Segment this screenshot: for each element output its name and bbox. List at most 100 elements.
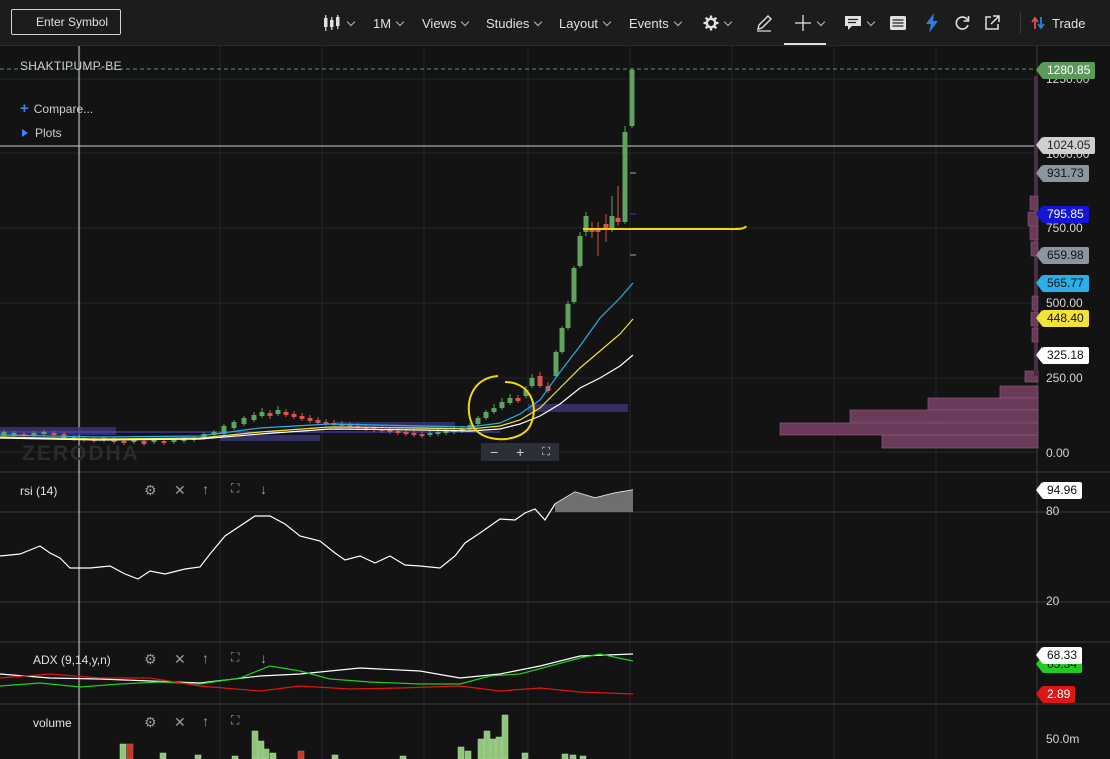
candle-up (171, 440, 177, 442)
settings-button[interactable] (703, 0, 733, 46)
candle-down (307, 418, 313, 421)
layout-menu[interactable]: Layout (559, 0, 612, 46)
arrow-down-icon[interactable]: ↓ (260, 481, 267, 497)
zoom-controls: − + ⛶ (481, 443, 559, 461)
gear-icon[interactable]: ⚙ (144, 651, 157, 668)
zoom-out-icon[interactable]: − (490, 444, 498, 460)
arrow-down-icon[interactable]: ↓ (260, 650, 267, 666)
close-icon[interactable]: ✕ (174, 714, 186, 731)
alerts-button[interactable] (925, 0, 939, 46)
fullscreen-icon[interactable]: ⛶ (542, 446, 550, 459)
candle-up (491, 408, 497, 412)
interval-dropdown[interactable]: 1M (373, 0, 405, 46)
adx-minus-di-line (0, 673, 634, 695)
candle-up (251, 415, 257, 420)
zoom-in-icon[interactable]: + (516, 444, 524, 460)
events-label: Events (629, 15, 669, 31)
chart-type-button[interactable] (322, 0, 356, 46)
refresh-icon (955, 16, 970, 30)
volume-bar-up (457, 746, 465, 759)
candle-up (507, 398, 513, 403)
candle-down (141, 441, 147, 444)
price-tag: 659.98 (1036, 247, 1089, 264)
data-window-button[interactable] (889, 0, 907, 46)
arrow-up-icon[interactable]: ↑ (202, 481, 209, 497)
candle-up (427, 433, 433, 435)
candle-up (275, 410, 281, 414)
maximize-icon[interactable]: ⛶ (231, 650, 239, 665)
adx-value-tag: 68.33 (1035, 647, 1083, 664)
candle-up (577, 236, 583, 266)
volume-bar-up (119, 743, 127, 759)
volume-profile-bar (779, 422, 1039, 436)
candle-down (515, 398, 521, 401)
close-icon[interactable]: ✕ (174, 651, 186, 668)
crosshair-button[interactable] (794, 0, 826, 46)
arrow-up-icon[interactable]: ↑ (202, 713, 209, 729)
candle-up (609, 216, 615, 228)
candle-up (231, 422, 237, 428)
trade-button[interactable]: Trade (1030, 0, 1085, 46)
volume-tick: 50.0m (1046, 732, 1080, 746)
events-menu[interactable]: Events (629, 0, 682, 46)
candle-up (443, 431, 449, 433)
symbol-search-input[interactable] (11, 9, 121, 35)
candle-down (283, 412, 289, 415)
chevron-down-icon (534, 17, 543, 26)
candle-down (411, 433, 417, 435)
candle-up (31, 433, 37, 435)
active-tool-indicator (784, 43, 826, 45)
candle-up (435, 432, 441, 434)
candle-down (603, 224, 609, 228)
arrow-up-icon[interactable]: ↑ (202, 650, 209, 666)
volume-bar-down (126, 743, 134, 759)
candle-up (565, 304, 571, 328)
candle-up (629, 70, 635, 126)
popout-button[interactable] (983, 0, 1001, 46)
refresh-button[interactable] (953, 0, 971, 46)
rsi-tick-80: 80 (1046, 504, 1060, 518)
close-icon[interactable]: ✕ (174, 482, 186, 499)
trade-arrows-icon (1031, 16, 1045, 30)
y-tick: 750.00 (1046, 221, 1083, 235)
volume-bar-up (464, 750, 472, 759)
plus-icon: + (20, 100, 29, 117)
rsi-tick-20: 20 (1046, 594, 1060, 608)
views-menu[interactable]: Views (422, 0, 470, 46)
gear-icon[interactable]: ⚙ (144, 482, 157, 499)
chart-canvas[interactable] (0, 46, 1110, 759)
volume-bar-up (569, 754, 577, 759)
candle-up (483, 412, 489, 418)
volume-profile-bar (1029, 225, 1039, 241)
rsi-value-tag: 94.96 (1035, 482, 1083, 499)
chart-app: 1M Views Studies Layout Events (0, 0, 1110, 759)
candle-down (291, 414, 297, 417)
candle-down (267, 413, 273, 416)
range-box (0, 427, 116, 435)
gear-icon[interactable]: ⚙ (144, 714, 157, 731)
comments-button[interactable] (844, 0, 876, 46)
compare-button[interactable]: + Compare... (20, 100, 93, 117)
candle-down (387, 430, 393, 432)
rsi-overbought-fill (555, 490, 633, 512)
chart-area[interactable]: SHAKTIPUMP-BE + Compare... Plots ZERODHA … (0, 46, 1110, 759)
studies-menu[interactable]: Studies (486, 0, 543, 46)
y-tick: 0.00 (1046, 446, 1070, 460)
comment-icon (845, 16, 861, 30)
toolbar-divider (1020, 12, 1021, 34)
candle-up (41, 432, 47, 434)
draw-tool-button[interactable] (755, 0, 773, 46)
rsi-line (0, 489, 634, 580)
candle-up (622, 132, 628, 222)
rsi-panel-label: rsi (14) (20, 484, 58, 498)
maximize-icon[interactable]: ⛶ (231, 713, 239, 728)
candle-up (529, 378, 535, 386)
volume-bar-up (521, 752, 529, 759)
volume-profile-bar (849, 409, 1039, 423)
last-price-tag: 1280.85 (1035, 62, 1096, 79)
adx-minus-di-tag: 2.89 (1035, 686, 1076, 703)
maximize-icon[interactable]: ⛶ (231, 481, 239, 496)
candle-up (499, 402, 505, 408)
plots-toggle[interactable]: Plots (22, 126, 62, 140)
symbol-label: SHAKTIPUMP-BE (20, 59, 122, 73)
